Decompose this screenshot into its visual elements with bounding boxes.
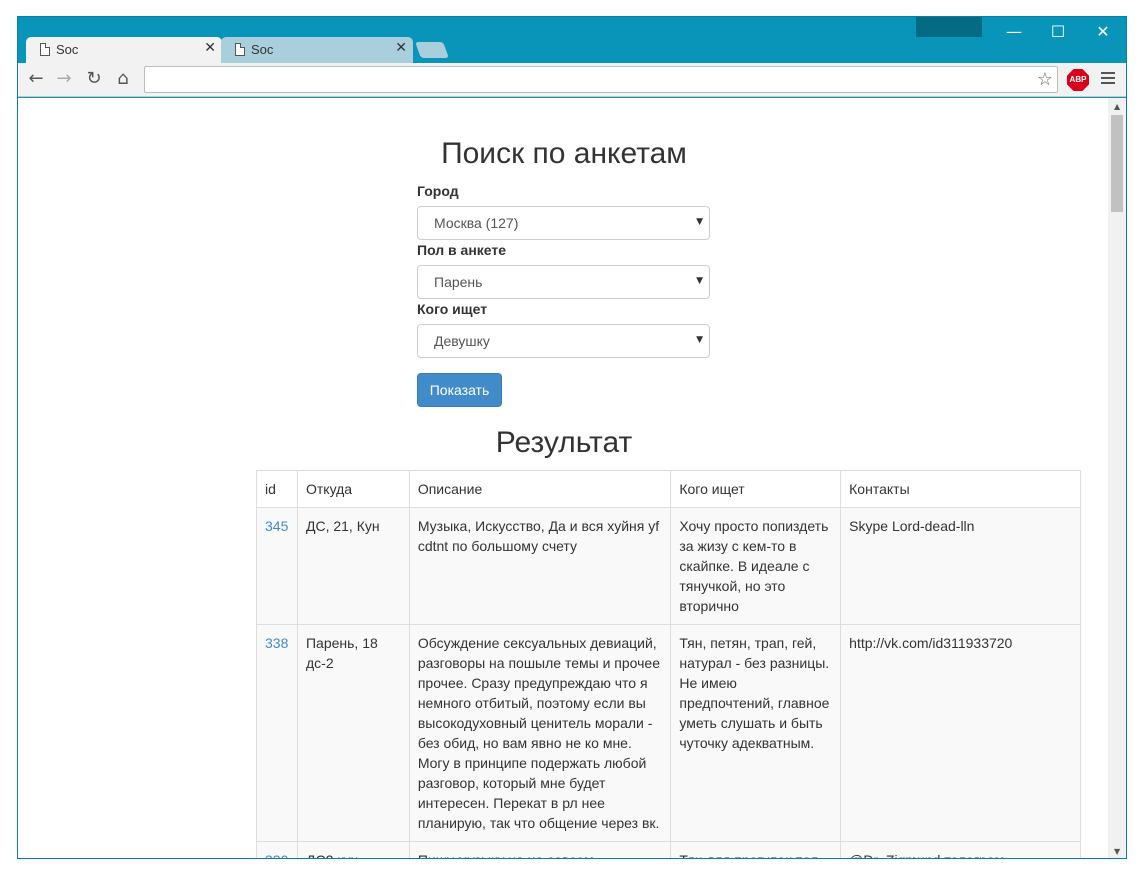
results-title: Результат bbox=[495, 426, 633, 459]
cell-description: Обсуждение сексуальных девиаций, разгово… bbox=[408, 624, 672, 842]
profile-id-link[interactable]: 345 bbox=[265, 518, 288, 534]
chevron-down-icon: ▼ bbox=[696, 217, 703, 227]
column-header-description: Описание bbox=[408, 470, 672, 508]
page-title: Поиск по анкетам bbox=[441, 137, 687, 170]
page-icon bbox=[235, 43, 245, 56]
city-select[interactable]: Москва (127) ▼ bbox=[417, 206, 710, 240]
address-bar[interactable]: ☆ bbox=[144, 66, 1058, 93]
title-bar-block bbox=[916, 17, 982, 37]
scrollbar-thumb[interactable] bbox=[1111, 115, 1123, 212]
column-header-seeking: Кого ищет bbox=[670, 470, 842, 508]
menu-icon[interactable] bbox=[1101, 72, 1115, 86]
profile-id-link[interactable]: 338 bbox=[265, 635, 288, 651]
browser-toolbar: ← → ↻ ⌂ ☆ ABP bbox=[18, 63, 1126, 97]
cell-from: ДС2 кун bbox=[296, 841, 410, 858]
cell-from: ДС, 21, Кун bbox=[296, 507, 410, 625]
page-icon bbox=[40, 43, 50, 56]
minimize-icon[interactable]: — bbox=[991, 17, 1037, 47]
browser-window: — ☐ ✕ Soc ✕ Soc ✕ ← → ↻ ⌂ ☆ ABP Поиск по… bbox=[17, 16, 1127, 859]
tab-close-icon[interactable]: ✕ bbox=[395, 40, 407, 56]
title-bar: — ☐ ✕ Soc ✕ Soc ✕ bbox=[18, 17, 1126, 63]
seeking-value: Девушку bbox=[434, 333, 490, 349]
cell-seeking: Тян для прогулок пол... bbox=[670, 841, 842, 858]
column-header-contacts: Контакты bbox=[840, 470, 1081, 508]
table-header-row: id Откуда Описание Кого ищет Контакты bbox=[256, 470, 1081, 508]
scroll-down-icon[interactable]: ▼ bbox=[1114, 847, 1120, 856]
new-tab-button[interactable] bbox=[415, 42, 449, 58]
forward-icon[interactable]: → bbox=[52, 67, 76, 91]
reload-icon[interactable]: ↻ bbox=[82, 67, 106, 91]
scroll-up-icon[interactable]: ▲ bbox=[1114, 102, 1120, 111]
tab-soc-inactive[interactable]: Soc ✕ bbox=[221, 37, 413, 63]
adblock-icon[interactable]: ABP bbox=[1067, 69, 1089, 91]
city-value: Москва (127) bbox=[434, 215, 519, 231]
page-content: Поиск по анкетам Город Москва (127) ▼ По… bbox=[18, 98, 1108, 858]
table-row: 330 ДС2 кун Пишу музыку на не совсем ...… bbox=[256, 841, 1081, 858]
gender-value: Парень bbox=[434, 274, 483, 290]
cell-contacts: Skype Lord-dead-lln bbox=[840, 507, 1081, 625]
gender-select[interactable]: Парень ▼ bbox=[417, 265, 710, 299]
tab-soc-active[interactable]: Soc ✕ bbox=[26, 37, 222, 63]
back-icon[interactable]: ← bbox=[24, 67, 48, 91]
tab-close-icon[interactable]: ✕ bbox=[204, 40, 216, 56]
table-row: 338 Парень, 18 дс-2 Обсуждение сексуальн… bbox=[256, 624, 1081, 842]
cell-description: Пишу музыку на не совсем ... bbox=[408, 841, 672, 858]
cell-contacts: http://vk.com/id311933720 bbox=[840, 624, 1081, 842]
cell-seeking: Тян, петян, трап, гей, натурал - без раз… bbox=[670, 624, 842, 842]
cell-seeking: Хочу просто попиздеть за жизу с кем-то в… bbox=[670, 507, 842, 625]
results-table: id Откуда Описание Кого ищет Контакты 34… bbox=[256, 470, 1081, 858]
city-label: Город bbox=[417, 183, 459, 199]
cell-description: Музыка, Искусство, Да и вся хуйня yf cdt… bbox=[408, 507, 672, 625]
chevron-down-icon: ▼ bbox=[696, 335, 703, 345]
vertical-scrollbar[interactable]: ▲ ▼ bbox=[1108, 98, 1126, 858]
show-button[interactable]: Показать bbox=[417, 373, 502, 407]
seeking-select[interactable]: Девушку ▼ bbox=[417, 324, 710, 358]
profile-id-link[interactable]: 330 bbox=[265, 852, 288, 858]
gender-label: Пол в анкете bbox=[417, 242, 507, 258]
tab-title: Soc bbox=[251, 42, 274, 57]
chevron-down-icon: ▼ bbox=[696, 276, 703, 286]
home-icon[interactable]: ⌂ bbox=[111, 67, 135, 91]
bookmark-star-icon[interactable]: ☆ bbox=[1037, 69, 1053, 90]
cell-contacts: @Dr_Zigmund телеграм bbox=[840, 841, 1081, 858]
cell-from: Парень, 18 дс-2 bbox=[296, 624, 410, 842]
tab-title: Soc bbox=[56, 42, 79, 57]
table-row: 345 ДС, 21, Кун Музыка, Искусство, Да и … bbox=[256, 507, 1081, 625]
maximize-icon[interactable]: ☐ bbox=[1035, 17, 1081, 47]
close-window-icon[interactable]: ✕ bbox=[1080, 17, 1126, 47]
column-header-from: Откуда bbox=[296, 470, 410, 508]
seeking-label: Кого ищет bbox=[417, 301, 488, 317]
column-header-id: id bbox=[256, 470, 298, 508]
page-viewport: Поиск по анкетам Город Москва (127) ▼ По… bbox=[18, 98, 1126, 858]
